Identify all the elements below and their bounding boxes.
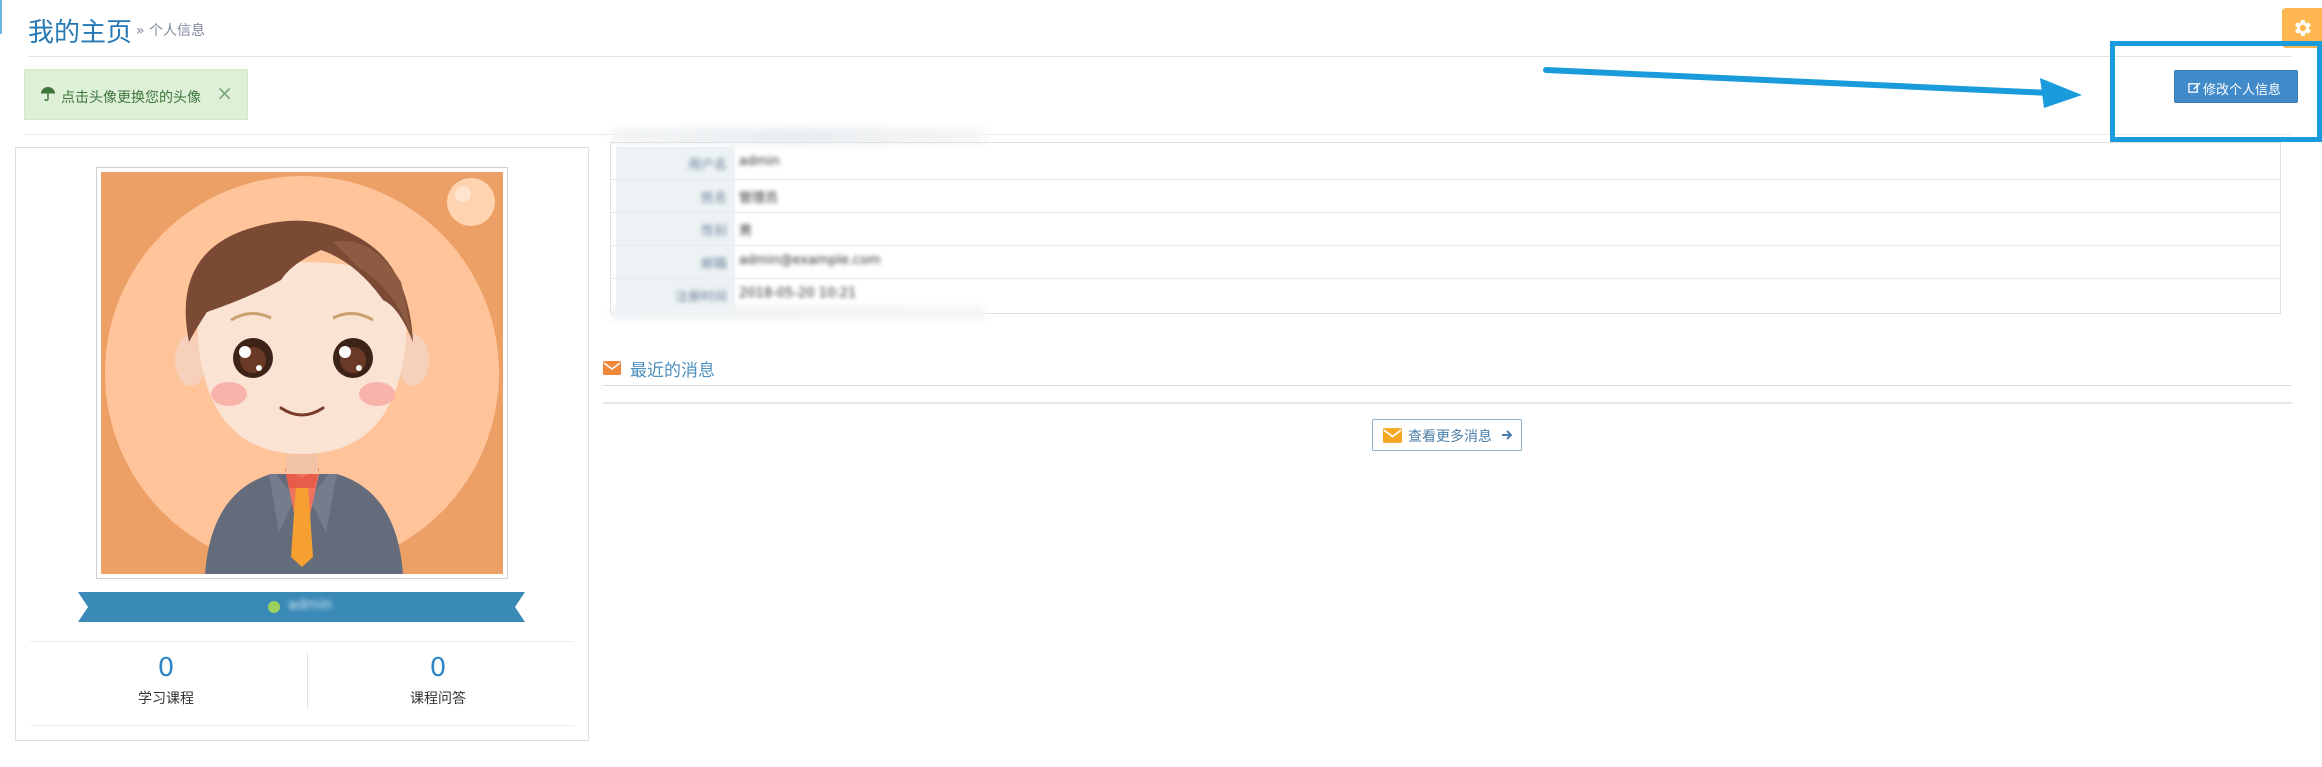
view-more-messages-button[interactable]: 查看更多消息 xyxy=(1372,419,1522,451)
online-status-dot xyxy=(268,601,280,613)
edit-icon xyxy=(2188,82,2201,93)
stats-divider-bottom xyxy=(30,725,574,726)
profile-info-table: 用户名 admin 姓名 管理员 性别 男 邮箱 admin@example.c… xyxy=(610,142,2281,314)
alert-divider xyxy=(24,134,2292,135)
stat-qa-count[interactable]: 0 xyxy=(368,653,508,683)
info-value: 男 xyxy=(739,224,753,239)
gear-icon xyxy=(2295,20,2311,36)
info-row: 邮箱 admin@example.com xyxy=(611,246,2280,279)
info-row: 性别 男 xyxy=(611,213,2280,246)
info-label: 邮箱 xyxy=(700,257,727,272)
info-label: 注册时间 xyxy=(674,290,727,305)
stats-divider-vertical xyxy=(307,652,308,709)
info-value: 2018-05-20 10:21 xyxy=(739,286,857,301)
arrow-right-icon xyxy=(1502,430,1513,440)
info-label: 用户名 xyxy=(687,158,727,173)
page-title: 我的主页 xyxy=(28,18,133,48)
stats-divider-top xyxy=(30,641,574,642)
info-value: admin@example.com xyxy=(739,253,881,268)
blurred-region-bottom xyxy=(612,306,984,320)
avatar-illustration xyxy=(101,172,503,574)
info-label-cell: 用户名 xyxy=(616,147,735,179)
messages-divider xyxy=(603,385,2292,386)
info-value: admin xyxy=(739,154,780,169)
info-label: 性别 xyxy=(700,224,727,239)
info-label-cell: 性别 xyxy=(616,213,735,245)
username-ribbon: admin xyxy=(78,592,525,622)
stat-courses-count[interactable]: 0 xyxy=(96,653,236,683)
avatar-hint-alert: 点击头像更换您的头像 × xyxy=(24,69,248,120)
breadcrumb[interactable]: » 个人信息 xyxy=(136,20,205,40)
left-accent-bar xyxy=(0,0,2,34)
envelope-icon xyxy=(1383,428,1402,443)
recent-messages-title: 最近的消息 xyxy=(630,361,715,381)
info-label: 姓名 xyxy=(700,191,727,206)
info-value: 管理员 xyxy=(739,191,779,206)
envelope-icon xyxy=(603,361,621,375)
view-more-label: 查看更多消息 xyxy=(1408,429,1492,445)
messages-divider-thick xyxy=(603,402,2292,404)
stat-qa-label: 课程问答 xyxy=(410,691,466,707)
annotation-arrow xyxy=(1543,67,2082,108)
alert-close-button[interactable]: × xyxy=(216,81,233,105)
umbrella-icon xyxy=(41,87,55,102)
username[interactable]: admin xyxy=(288,597,332,613)
info-label-cell: 姓名 xyxy=(616,180,735,212)
stat-courses-label: 学习课程 xyxy=(138,691,194,707)
header-divider xyxy=(28,56,2292,57)
info-label-cell: 邮箱 xyxy=(616,246,735,278)
info-row: 姓名 管理员 xyxy=(611,180,2280,213)
alert-message: 点击头像更换您的头像 xyxy=(61,90,201,106)
info-row: 用户名 admin xyxy=(611,147,2280,180)
avatar[interactable] xyxy=(96,167,508,579)
edit-profile-button[interactable]: 修改个人信息 xyxy=(2174,70,2298,103)
edit-profile-label: 修改个人信息 xyxy=(2203,83,2282,98)
